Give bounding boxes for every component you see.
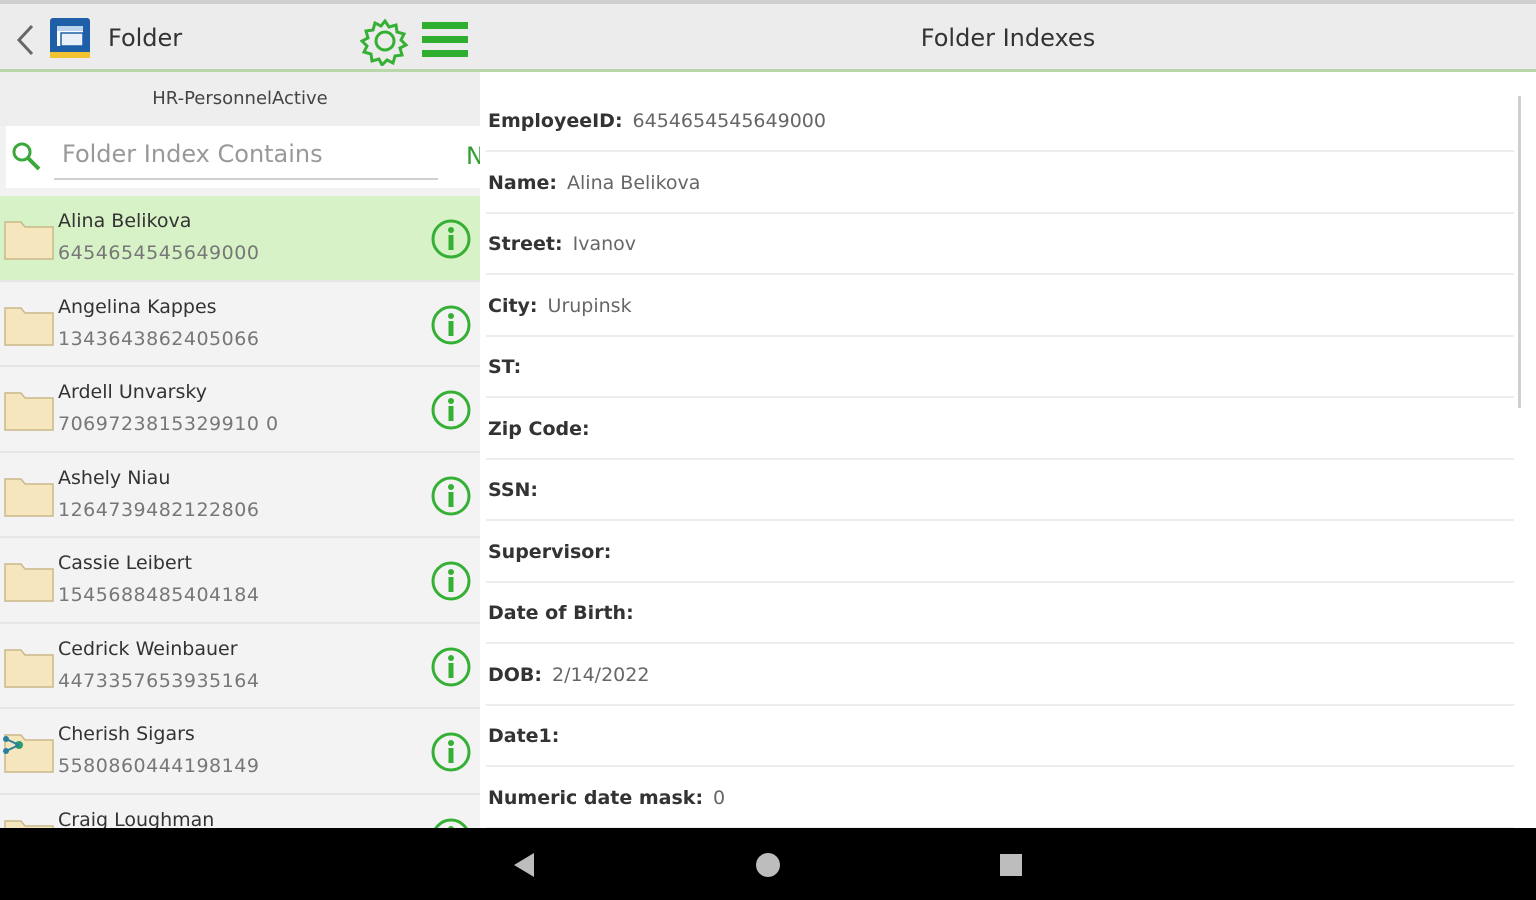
list-item[interactable]: Cedrick Weinbauer 4473357653935164 bbox=[0, 623, 480, 709]
field-label: Name: bbox=[488, 171, 558, 194]
index-field: EmployeeID: 6454654545649000 bbox=[486, 74, 1514, 152]
index-field: ST: bbox=[486, 337, 1514, 398]
field-label: City: bbox=[488, 294, 538, 317]
item-name: Alina Belikova bbox=[58, 210, 192, 232]
back-button[interactable] bbox=[10, 20, 40, 60]
list-item[interactable]: Alina Belikova 6454654545649000 bbox=[0, 196, 480, 282]
field-label: SSN: bbox=[488, 479, 539, 501]
field-value: 0 bbox=[713, 786, 726, 809]
info-icon[interactable] bbox=[430, 731, 472, 773]
search-input[interactable]: Folder Index Contains bbox=[62, 140, 323, 168]
field-value: 6454654545649000 bbox=[632, 110, 826, 132]
item-number: 6454654545649000 bbox=[58, 242, 260, 264]
nav-recents-button[interactable] bbox=[994, 848, 1028, 882]
info-icon[interactable] bbox=[430, 304, 472, 346]
folder-index-detail: EmployeeID: 6454654545649000 Name: Alina B… bbox=[480, 74, 1536, 828]
field-label: EmployeeID: bbox=[488, 110, 623, 132]
field-label: Numeric date mask: bbox=[488, 786, 704, 809]
top-app-bar: Folder Folder Indexes bbox=[0, 0, 1536, 72]
item-number: 1343643862405066 bbox=[58, 327, 260, 350]
field-label: Date of Birth: bbox=[488, 602, 634, 624]
folder-title: Folder bbox=[108, 24, 183, 52]
info-icon[interactable] bbox=[430, 817, 472, 829]
hamburger-menu-icon bbox=[422, 22, 468, 57]
field-label: Zip Code: bbox=[488, 417, 590, 440]
info-icon[interactable] bbox=[430, 475, 472, 517]
index-field: City: Urupinsk bbox=[486, 275, 1514, 337]
item-number: 1545688485404184 bbox=[58, 584, 260, 606]
list-item[interactable]: Cassie Leibert 1545688485404184 bbox=[0, 538, 480, 624]
item-name: Ashely Niau bbox=[58, 466, 171, 489]
index-field: Date of Birth: bbox=[486, 583, 1514, 644]
index-field: Supervisor: bbox=[486, 521, 1514, 583]
item-name: Ardell Unvarsky bbox=[58, 381, 207, 403]
info-icon[interactable] bbox=[430, 218, 472, 260]
folder-list: Alina Belikova 6454654545649000 Angelina… bbox=[0, 196, 480, 828]
field-value: Ivanov bbox=[572, 233, 636, 255]
folder-icon bbox=[4, 392, 54, 431]
circle-home-icon bbox=[756, 853, 780, 877]
app-logo-icon bbox=[48, 16, 92, 60]
folder-list-panel: HR-PersonnelActive Folder Index Contains… bbox=[0, 72, 480, 828]
field-value: Urupinsk bbox=[547, 294, 632, 317]
item-name: Cassie Leibert bbox=[58, 552, 192, 574]
item-number: 4473357653935164 bbox=[58, 669, 260, 692]
folder-icon bbox=[4, 306, 54, 346]
chevron-left-icon bbox=[16, 24, 34, 56]
menu-button[interactable] bbox=[420, 18, 470, 62]
index-field: Name: Alina Belikova bbox=[486, 152, 1514, 214]
list-item[interactable]: Angelina Kappes 1343643862405066 bbox=[0, 281, 480, 367]
nav-home-button[interactable] bbox=[751, 848, 785, 882]
search-bar: Folder Index Contains N bbox=[6, 126, 480, 188]
system-nav-bar bbox=[0, 828, 1536, 900]
field-label: Date1: bbox=[488, 725, 560, 747]
list-item[interactable]: Ardell Unvarsky 7069723815329910 0 bbox=[0, 367, 480, 453]
field-value: Alina Belikova bbox=[567, 171, 701, 194]
detail-title: Folder Indexes bbox=[920, 24, 1096, 52]
field-label: Street: bbox=[488, 233, 563, 255]
folder-icon bbox=[4, 648, 54, 688]
info-icon[interactable] bbox=[430, 560, 472, 602]
list-item[interactable]: Craig Loughman bbox=[0, 794, 480, 829]
triangle-back-icon bbox=[514, 853, 534, 877]
info-icon[interactable] bbox=[430, 646, 472, 688]
list-item[interactable]: Ashely Niau 1264739482122806 bbox=[0, 452, 480, 538]
index-field: Zip Code: bbox=[486, 398, 1514, 460]
index-field: Numeric date mask: 0 bbox=[486, 767, 1514, 828]
item-name: Cedrick Weinbauer bbox=[58, 637, 238, 660]
share-icon bbox=[3, 736, 23, 754]
field-value: 2/14/2022 bbox=[552, 663, 650, 686]
field-label: DOB: bbox=[488, 663, 543, 686]
search-icon bbox=[12, 142, 41, 171]
item-name: Angelina Kappes bbox=[58, 295, 217, 318]
folder-icon bbox=[4, 221, 54, 260]
nav-back-button[interactable] bbox=[507, 848, 541, 882]
folder-name-label: HR-PersonnelActive bbox=[0, 72, 480, 126]
index-field: DOB: 2/14/2022 bbox=[486, 644, 1514, 706]
index-field: Date1: bbox=[486, 706, 1514, 767]
item-number: 1264739482122806 bbox=[58, 498, 260, 521]
folder-icon bbox=[4, 477, 54, 517]
field-label: ST: bbox=[488, 356, 522, 378]
info-icon[interactable] bbox=[430, 389, 472, 431]
index-field: Street: Ivanov bbox=[486, 214, 1514, 275]
list-item[interactable]: Cherish Sigars 5580860444198149 bbox=[0, 709, 480, 795]
item-name: Cherish Sigars bbox=[58, 723, 195, 745]
new-button[interactable]: N bbox=[466, 142, 480, 170]
search-underline bbox=[54, 178, 438, 180]
index-field: SSN: bbox=[486, 460, 1514, 521]
item-number: 5580860444198149 bbox=[58, 755, 260, 777]
gear-icon bbox=[359, 18, 409, 68]
square-recents-icon bbox=[1000, 854, 1022, 876]
field-label: Supervisor: bbox=[488, 540, 612, 563]
item-number: 7069723815329910 0 bbox=[58, 413, 279, 435]
folder-icon bbox=[4, 819, 54, 828]
item-name: Craig Loughman bbox=[58, 808, 215, 829]
folder-icon bbox=[4, 563, 54, 602]
settings-button[interactable] bbox=[359, 16, 410, 68]
detail-scrollbar[interactable] bbox=[1518, 96, 1521, 408]
